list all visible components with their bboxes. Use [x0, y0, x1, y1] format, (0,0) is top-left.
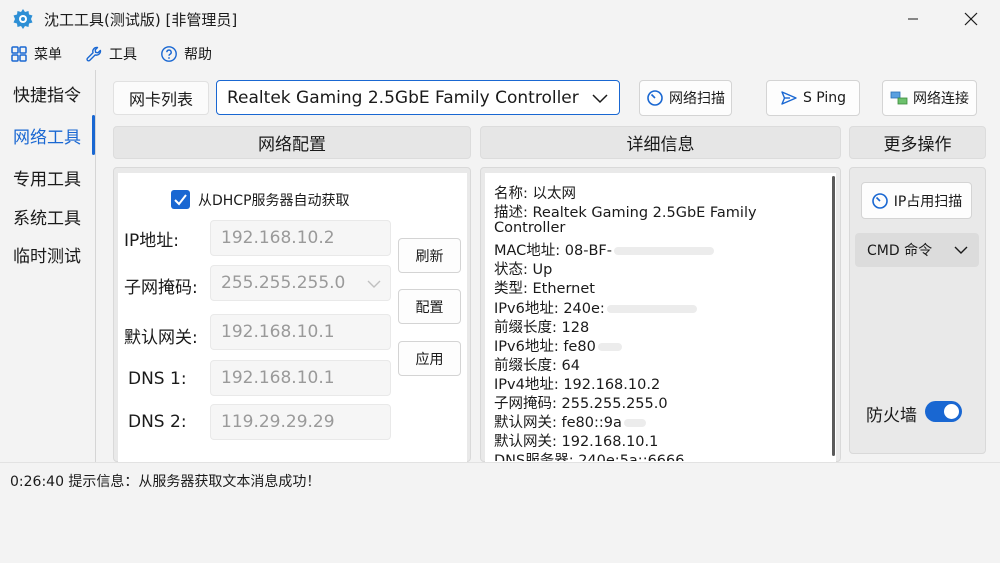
wrench-icon	[86, 46, 102, 62]
detail-line: 状态: Up	[494, 262, 553, 278]
sidebar-item-special-tools[interactable]: 专用工具	[13, 165, 81, 190]
help-icon	[161, 46, 177, 62]
network-connect-label: 网络连接	[913, 91, 969, 107]
s-ping-label: S Ping	[802, 90, 847, 106]
menu-label-tools: 工具	[109, 47, 137, 63]
cmd-command-select[interactable]: CMD 命令	[855, 233, 979, 267]
window-title: 沈工工具(测试版) [非管理员]	[44, 11, 238, 29]
default-gateway-input[interactable]: 192.168.10.1	[210, 314, 391, 350]
menu-bar: 菜单 工具 帮助	[0, 38, 1000, 70]
detail-line: IPv6地址: 240e:	[494, 297, 697, 318]
menu-label-help: 帮助	[184, 47, 212, 63]
send-icon	[781, 91, 797, 105]
default-gateway-label: 默认网关:	[124, 328, 198, 348]
ip-usage-scan-button[interactable]: IP占用扫描	[861, 182, 972, 219]
details-scrollbar[interactable]	[832, 176, 835, 456]
network-connect-button[interactable]: 网络连接	[882, 80, 977, 116]
subnet-mask-label: 子网掩码:	[124, 278, 198, 298]
s-ping-button[interactable]: S Ping	[766, 80, 860, 116]
toggle-knob	[944, 404, 959, 419]
detail-line: 前缀长度: 128	[494, 320, 590, 336]
dns2-label: DNS 2:	[128, 412, 187, 432]
detail-line: Controller	[494, 220, 566, 236]
more-actions-header: 更多操作	[849, 126, 986, 159]
network-scan-button[interactable]: 网络扫描	[639, 80, 732, 116]
configure-button[interactable]: 配置	[398, 289, 461, 324]
ip-usage-scan-label: IP占用扫描	[893, 193, 963, 210]
details-header: 详细信息	[480, 126, 841, 159]
grid-icon	[11, 46, 27, 62]
chevron-down-icon	[954, 246, 968, 254]
dns1-input[interactable]: 192.168.10.1	[210, 360, 391, 396]
sidebar-item-network-tools[interactable]: 网络工具	[13, 123, 81, 148]
sidebar-active-indicator	[92, 115, 95, 155]
dhcp-checkbox[interactable]	[171, 190, 190, 209]
detail-line: DNS服务器: 240e:5a::6666	[494, 453, 685, 461]
network-scan-label: 网络扫描	[669, 91, 725, 107]
close-icon	[964, 12, 978, 26]
sidebar-item-temp-test[interactable]: 临时测试	[13, 242, 81, 267]
menu-item-help[interactable]: 帮助	[160, 42, 212, 66]
firewall-label: 防火墙	[866, 406, 917, 426]
dns2-input[interactable]: 119.29.29.29	[210, 404, 391, 440]
menu-item-tools[interactable]: 工具	[85, 42, 137, 66]
detail-line: MAC地址: 08-BF-	[494, 239, 714, 260]
detail-line: 子网掩码: 255.255.255.0	[494, 396, 668, 412]
chevron-down-icon	[367, 280, 381, 288]
sidebar-item-shortcuts[interactable]: 快捷指令	[13, 81, 81, 106]
nic-select[interactable]: Realtek Gaming 2.5GbE Family Controller	[216, 80, 620, 115]
sidebar-item-system-tools[interactable]: 系统工具	[13, 204, 81, 229]
apply-button[interactable]: 应用	[398, 341, 461, 376]
detail-line: IPv6地址: fe80	[494, 335, 622, 356]
ip-address-label: IP地址:	[124, 231, 179, 251]
timer-icon	[871, 192, 888, 209]
detail-line: 类型: Ethernet	[494, 281, 595, 297]
nic-list-label: 网卡列表	[113, 81, 209, 115]
refresh-button[interactable]: 刷新	[398, 238, 461, 273]
title-bar: 沈工工具(测试版) [非管理员]	[0, 0, 1000, 38]
chevron-down-icon	[592, 94, 608, 104]
timer-icon	[647, 90, 663, 106]
ip-address-input[interactable]: 192.168.10.2	[210, 220, 391, 256]
cmd-command-label: CMD 命令	[867, 243, 933, 259]
subnet-mask-value: 255.255.255.0	[221, 273, 346, 293]
subnet-mask-select[interactable]: 255.255.255.0	[210, 265, 391, 301]
network-config-header: 网络配置	[113, 126, 471, 159]
dns1-label: DNS 1:	[128, 369, 187, 389]
detail-line: 名称: 以太网	[494, 186, 576, 202]
detail-line: 描述: Realtek Gaming 2.5GbE Family	[494, 205, 757, 221]
detail-line: 默认网关: fe80::9a	[494, 411, 646, 432]
detail-line: IPv4地址: 192.168.10.2	[494, 377, 661, 393]
menu-item-menu[interactable]: 菜单	[10, 42, 62, 66]
gear-app-icon	[13, 9, 33, 29]
dhcp-label: 从DHCP服务器自动获取	[198, 193, 350, 209]
network-computers-icon	[890, 91, 908, 105]
minimize-icon	[908, 18, 918, 20]
minimize-button[interactable]	[893, 5, 933, 33]
close-button[interactable]	[951, 5, 991, 33]
menu-label-menu: 菜单	[34, 47, 62, 63]
status-message: 0:26:40 提示信息：从服务器获取文本消息成功！	[10, 474, 321, 490]
nic-select-value: Realtek Gaming 2.5GbE Family Controller	[227, 87, 579, 108]
checkmark-icon	[174, 194, 187, 206]
detail-line: 前缀长度: 64	[494, 358, 580, 374]
detail-line: 默认网关: 192.168.10.1	[494, 434, 659, 450]
firewall-toggle[interactable]	[925, 401, 962, 422]
